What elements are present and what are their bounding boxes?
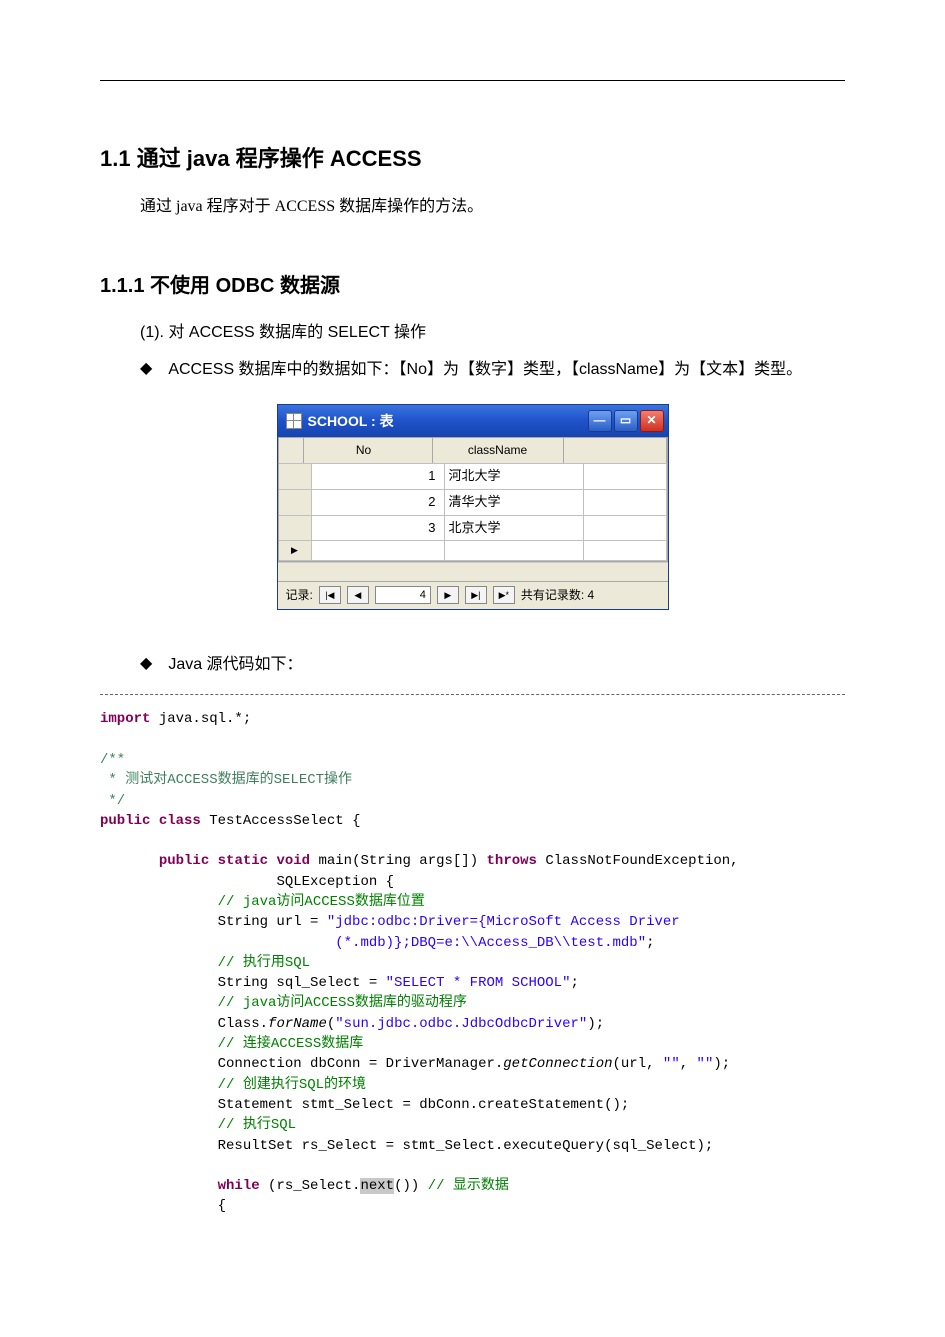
javadoc-line: * 测试对ACCESS数据库的SELECT操作 <box>100 772 352 788</box>
comment-line: // 显示数据 <box>428 1178 509 1194</box>
nav-new-button[interactable]: ▶* <box>493 586 515 604</box>
row-selector[interactable] <box>279 490 312 515</box>
javadoc-line: /** <box>100 752 125 768</box>
java-code-block: import java.sql.*; /** * 测试对ACCESS数据库的SE… <box>100 709 845 1216</box>
numbered-item-1: (1). 对 ACCESS 数据库的 SELECT 操作 <box>140 320 845 346</box>
selector-header <box>279 438 304 463</box>
nav-current-record[interactable]: 4 <box>375 586 431 604</box>
bullet-item-java-source: ◆ Java 源代码如下： <box>140 650 845 680</box>
record-navigator: 记录: |◀ ◀ 4 ▶ ▶| ▶* 共有记录数: 4 <box>278 581 668 609</box>
comment-line: // java访问ACCESS数据库位置 <box>218 894 425 910</box>
cell-classname-empty[interactable] <box>445 541 584 559</box>
page-header-rule <box>100 80 845 81</box>
col-header-no[interactable]: No <box>304 438 433 463</box>
nav-total-label: 共有记录数: 4 <box>521 586 594 605</box>
cell-no[interactable]: 1 <box>312 464 445 489</box>
row-selector[interactable] <box>279 464 312 489</box>
table-icon <box>286 413 302 429</box>
heading-1-1-1: 1.1.1 不使用 ODBC 数据源 <box>100 270 845 302</box>
string-literal: (*.mdb)};DBQ=e:\\Access_DB\\test.mdb" <box>335 935 646 951</box>
heading-1-1: 1.1 通过 java 程序操作 ACCESS <box>100 141 845 176</box>
maximize-button[interactable]: ▭ <box>614 410 638 432</box>
diamond-bullet-icon: ◆ <box>140 355 152 384</box>
bullet-text-1: ACCESS 数据库中的数据如下：【No】为【数字】类型，【className】… <box>168 355 845 385</box>
cell-no[interactable]: 3 <box>312 516 445 541</box>
access-table-window: SCHOOL : 表 — ▭ ✕ No className 1 河北大学 <box>277 404 669 610</box>
string-literal: "sun.jdbc.odbc.JdbcOdbcDriver" <box>335 1016 587 1032</box>
diamond-bullet-icon: ◆ <box>140 650 152 679</box>
table-row-new[interactable] <box>279 541 667 560</box>
window-titlebar: SCHOOL : 表 — ▭ ✕ <box>278 405 668 437</box>
table-row[interactable]: 2 清华大学 <box>279 490 667 516</box>
comment-line: // java访问ACCESS数据库的驱动程序 <box>218 995 467 1011</box>
cell-classname[interactable]: 清华大学 <box>445 490 584 515</box>
dashed-separator <box>100 694 845 695</box>
intro-para: 通过 java 程序对于 ACCESS 数据库操作的方法。 <box>140 194 845 220</box>
row-selector[interactable] <box>279 516 312 541</box>
keyword-import: import <box>100 711 150 727</box>
data-grid: No className 1 河北大学 2 清华大学 3 北京大学 <box>278 437 668 562</box>
comment-line: // 执行SQL <box>218 1117 296 1133</box>
nav-last-button[interactable]: ▶| <box>465 586 487 604</box>
window-title: SCHOOL : 表 <box>308 410 394 432</box>
cell-no-empty[interactable] <box>312 541 445 559</box>
nav-next-button[interactable]: ▶ <box>437 586 459 604</box>
comment-line: // 连接ACCESS数据库 <box>218 1036 364 1052</box>
close-button[interactable]: ✕ <box>640 410 664 432</box>
cell-classname[interactable]: 河北大学 <box>445 464 584 489</box>
col-header-empty <box>564 438 667 463</box>
document-page: 1.1 通过 java 程序操作 ACCESS 通过 java 程序对于 ACC… <box>0 0 945 1277</box>
string-literal: "SELECT * FROM SCHOOL" <box>386 975 571 991</box>
grid-spacer <box>278 562 668 581</box>
nav-label: 记录: <box>286 586 313 605</box>
highlighted-text: next <box>360 1178 394 1194</box>
minimize-button[interactable]: — <box>588 410 612 432</box>
col-header-classname[interactable]: className <box>433 438 564 463</box>
cell-classname[interactable]: 北京大学 <box>445 516 584 541</box>
table-row[interactable]: 3 北京大学 <box>279 516 667 542</box>
nav-first-button[interactable]: |◀ <box>319 586 341 604</box>
table-row[interactable]: 1 河北大学 <box>279 464 667 490</box>
nav-prev-button[interactable]: ◀ <box>347 586 369 604</box>
current-row-indicator-icon[interactable] <box>279 541 312 559</box>
string-literal: "jdbc:odbc:Driver={MicroSoft Access Driv… <box>327 914 680 930</box>
comment-line: // 创建执行SQL的环境 <box>218 1077 366 1093</box>
javadoc-line: */ <box>100 793 125 809</box>
bullet-item-access-data: ◆ ACCESS 数据库中的数据如下：【No】为【数字】类型，【classNam… <box>140 355 845 385</box>
cell-no[interactable]: 2 <box>312 490 445 515</box>
bullet-text-2: Java 源代码如下： <box>168 650 845 680</box>
grid-header-row: No className <box>279 438 667 464</box>
comment-line: // 执行用SQL <box>218 955 310 971</box>
